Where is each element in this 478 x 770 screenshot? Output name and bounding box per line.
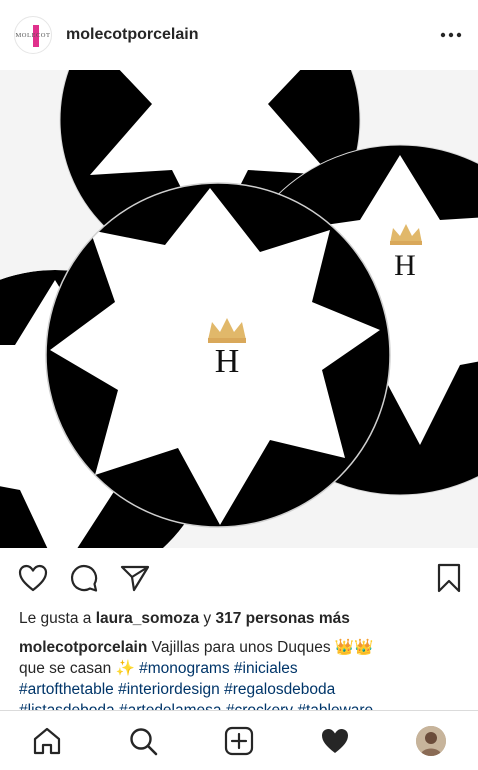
hashtag-link[interactable]: #regalosdeboda (224, 681, 335, 698)
likes-summary: Le gusta a laura_somoza y 317 personas m… (19, 610, 350, 628)
likes-prefix: Le gusta a (19, 610, 96, 627)
bottom-tab-bar (0, 710, 478, 770)
more-options-button[interactable] (438, 22, 464, 48)
caption-text-2: que se casan (19, 660, 116, 677)
post-caption: molecotporcelain Vajillas para unos Duqu… (19, 637, 464, 710)
heart-outline-icon (18, 564, 48, 592)
likes-join: y (199, 610, 216, 627)
bookmark-icon (437, 563, 461, 593)
comment-button[interactable] (68, 562, 100, 594)
tab-new-post[interactable] (223, 725, 255, 757)
tab-search[interactable] (127, 725, 159, 757)
profile-avatar (416, 726, 446, 756)
tab-home[interactable] (31, 725, 63, 757)
share-button[interactable] (119, 562, 151, 594)
hashtag-link[interactable]: #artofthetable (19, 681, 114, 698)
hashtag-link[interactable]: #interiordesign (118, 681, 220, 698)
add-post-icon (224, 726, 254, 756)
tab-activity[interactable] (319, 725, 351, 757)
hashtag-link[interactable]: #iniciales (234, 660, 298, 677)
save-button[interactable] (433, 562, 465, 594)
like-button[interactable] (17, 562, 49, 594)
hashtag-link[interactable]: #monograms (139, 660, 229, 677)
monogram-main: H (215, 343, 240, 380)
more-dots-icon (440, 32, 462, 38)
hashtag-link[interactable]: #artedelamesa (119, 702, 222, 710)
post-actions (0, 548, 478, 606)
tab-profile[interactable] (415, 725, 447, 757)
caption-username[interactable]: molecotporcelain (19, 639, 147, 656)
paper-plane-icon (120, 565, 150, 592)
post-header: MOLECOT molecotporcelain (0, 0, 478, 70)
liked-by-others-link[interactable]: 317 personas más (215, 610, 349, 627)
caption-text-1: Vajillas para unos Duques (147, 639, 335, 656)
search-icon (130, 728, 158, 756)
hashtag-link[interactable]: #tableware (297, 702, 373, 710)
home-icon (33, 727, 61, 755)
avatar-brand-text: MOLECOT (15, 31, 51, 39)
comment-bubble-icon (70, 564, 98, 592)
activity-heart-icon (322, 729, 348, 753)
sparkles-emoji: ✨ (115, 659, 135, 677)
profile-photo-thumbnail (416, 726, 446, 756)
hashtag-link[interactable]: #listasdeboda (19, 702, 115, 710)
crown-emoji: 👑👑 (334, 638, 374, 656)
post-username[interactable]: molecotporcelain (66, 26, 198, 44)
profile-avatar[interactable]: MOLECOT (14, 16, 52, 54)
liked-by-user-link[interactable]: laura_somoza (96, 610, 199, 627)
post-photo[interactable]: H H (0, 70, 478, 548)
hashtag-link[interactable]: #crockery (226, 702, 293, 710)
monogram-right: H (394, 249, 416, 282)
